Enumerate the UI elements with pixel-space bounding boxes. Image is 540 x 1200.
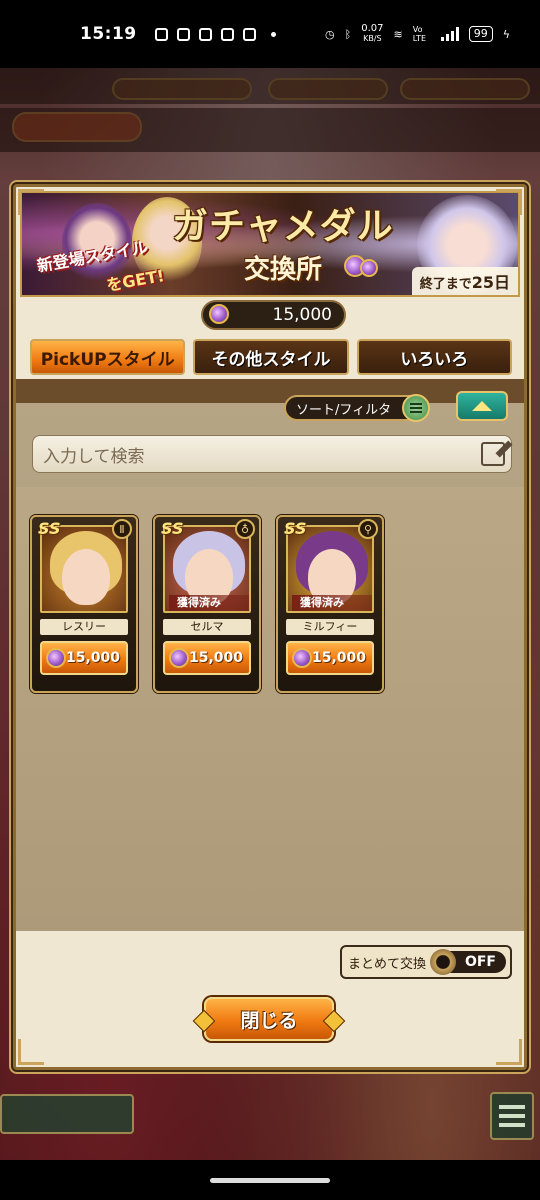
dialog-footer: まとめて交換 OFF 閉じる	[16, 931, 524, 1067]
price-value: 15,000	[188, 650, 243, 666]
rank-badge: SS	[284, 519, 307, 538]
owned-label: 獲得済み	[292, 595, 372, 611]
close-button[interactable]: 閉じる	[204, 997, 334, 1041]
character-name: ミルフィー	[286, 619, 374, 635]
rank-badge: SS	[161, 519, 184, 538]
background-menu-icon	[490, 1092, 534, 1140]
bulk-exchange-label: まとめて交換	[348, 956, 427, 972]
news-app-icon	[242, 27, 256, 41]
menu-lines-icon	[402, 394, 430, 422]
character-portrait	[40, 525, 128, 613]
deadline-value: 25日	[471, 273, 510, 292]
line-app-icon	[154, 27, 168, 41]
gacha-medal-icon	[169, 648, 189, 668]
style-card[interactable]: 獲得済み SS ♁ セルマ 15,000	[153, 515, 261, 693]
weapon-type-icon: ♁	[235, 519, 255, 539]
edit-pencil-icon[interactable]	[481, 442, 505, 466]
character-portrait: 獲得済み	[286, 525, 374, 613]
bluetooth-icon: ᛒ	[344, 27, 352, 41]
signal-icon	[440, 27, 459, 41]
tab-other-style[interactable]: その他スタイル	[193, 339, 349, 375]
toggle-knob-icon	[430, 949, 456, 975]
status-notification-icons	[154, 27, 276, 41]
price-value: 15,000	[65, 650, 120, 666]
network-speed-value: 0.07	[361, 23, 384, 34]
gesture-nav-bar	[0, 1160, 540, 1200]
status-indicators: ◷ ᛒ 0.07 KB/S ≋ Vo LTE 99 ϟ	[325, 24, 510, 44]
character-portrait: 獲得済み	[163, 525, 251, 613]
list-panel-header	[16, 379, 524, 403]
frame-corner-ornament	[496, 189, 522, 215]
network-speed-unit: KB/S	[363, 34, 382, 43]
gacha-medal-icon	[209, 304, 229, 324]
exchange-price-button[interactable]: 15,000	[40, 641, 128, 675]
event-banner: ガチャメダル 交換所 新登場スタイル をGET! 終了まで25日	[20, 191, 520, 297]
alarm-icon: ◷	[325, 27, 335, 41]
background-bottom-button	[0, 1094, 134, 1134]
battery-level: 99	[468, 26, 493, 42]
instagram-icon	[220, 27, 234, 41]
character-name: セルマ	[163, 619, 251, 635]
tab-misc[interactable]: いろいろ	[356, 339, 512, 375]
sort-filter-button[interactable]: ソート/フィルタ	[284, 394, 430, 422]
deadline-badge: 終了まで25日	[411, 267, 518, 295]
frame-corner-ornament	[18, 189, 44, 215]
medal-exchange-dialog: ガチャメダル 交換所 新登場スタイル をGET! 終了まで25日 15,000 …	[13, 184, 527, 1070]
exchange-price-button[interactable]: 15,000	[163, 641, 251, 675]
shopping-app-icon	[176, 27, 190, 41]
owned-label: 獲得済み	[169, 595, 249, 611]
gacha-medal-icon	[46, 648, 66, 668]
exchange-price-button[interactable]: 15,000	[286, 641, 374, 675]
medal-balance-amount: 15,000	[272, 305, 332, 325]
home-indicator[interactable]	[210, 1178, 330, 1183]
charging-icon: ϟ	[502, 27, 510, 41]
banner-subtitle: 交換所	[244, 255, 323, 285]
medal-balance: 15,000	[201, 300, 346, 330]
search-placeholder: 入力して検索	[43, 446, 145, 467]
tab-pickup-style[interactable]: PickUPスタイル	[30, 339, 186, 375]
category-tabs: PickUPスタイル その他スタイル いろいろ	[30, 339, 512, 375]
style-card[interactable]: SS Ⅱ レスリー 15,000	[30, 515, 138, 693]
triangle-up-icon	[472, 401, 492, 411]
frame-corner-ornament	[18, 1039, 44, 1065]
portrait-face	[62, 549, 110, 605]
character-name: レスリー	[40, 619, 128, 635]
gacha-medal-icon	[360, 259, 378, 277]
gacha-medal-icon	[292, 648, 312, 668]
style-card[interactable]: 獲得済み SS ⚲ ミルフィー 15,000	[276, 515, 384, 693]
deadline-prefix: 終了まで	[419, 277, 472, 292]
search-input[interactable]: 入力して検索	[32, 435, 512, 473]
status-time: 15:19	[80, 24, 137, 44]
network-speed: 0.07 KB/S	[361, 24, 383, 44]
volte-indicator: Vo LTE	[412, 25, 427, 43]
toggle-state: OFF	[464, 954, 496, 970]
price-value: 15,000	[311, 650, 366, 666]
banner-title: ガチャメダル	[172, 206, 394, 247]
wifi-icon: ≋	[393, 27, 403, 41]
sort-filter-label: ソート/フィルタ	[296, 402, 392, 418]
weapon-type-icon: Ⅱ	[112, 519, 132, 539]
rank-badge: SS	[38, 519, 61, 538]
bulk-exchange-toggle[interactable]: OFF	[430, 949, 506, 975]
status-bar: 15:19 ◷ ᛒ 0.07 KB/S ≋ Vo LTE 99 ϟ	[0, 0, 540, 68]
bulk-exchange-control: まとめて交換 OFF	[340, 945, 512, 979]
d-app-icon	[198, 27, 212, 41]
collapse-toggle-button[interactable]	[456, 391, 508, 421]
more-notifications-dot-icon	[270, 31, 276, 37]
card-grid: SS Ⅱ レスリー 15,000 獲得済み SS ♁ セルマ 15,000 獲得…	[16, 487, 524, 937]
weapon-type-icon: ⚲	[358, 519, 378, 539]
frame-corner-ornament	[496, 1039, 522, 1065]
